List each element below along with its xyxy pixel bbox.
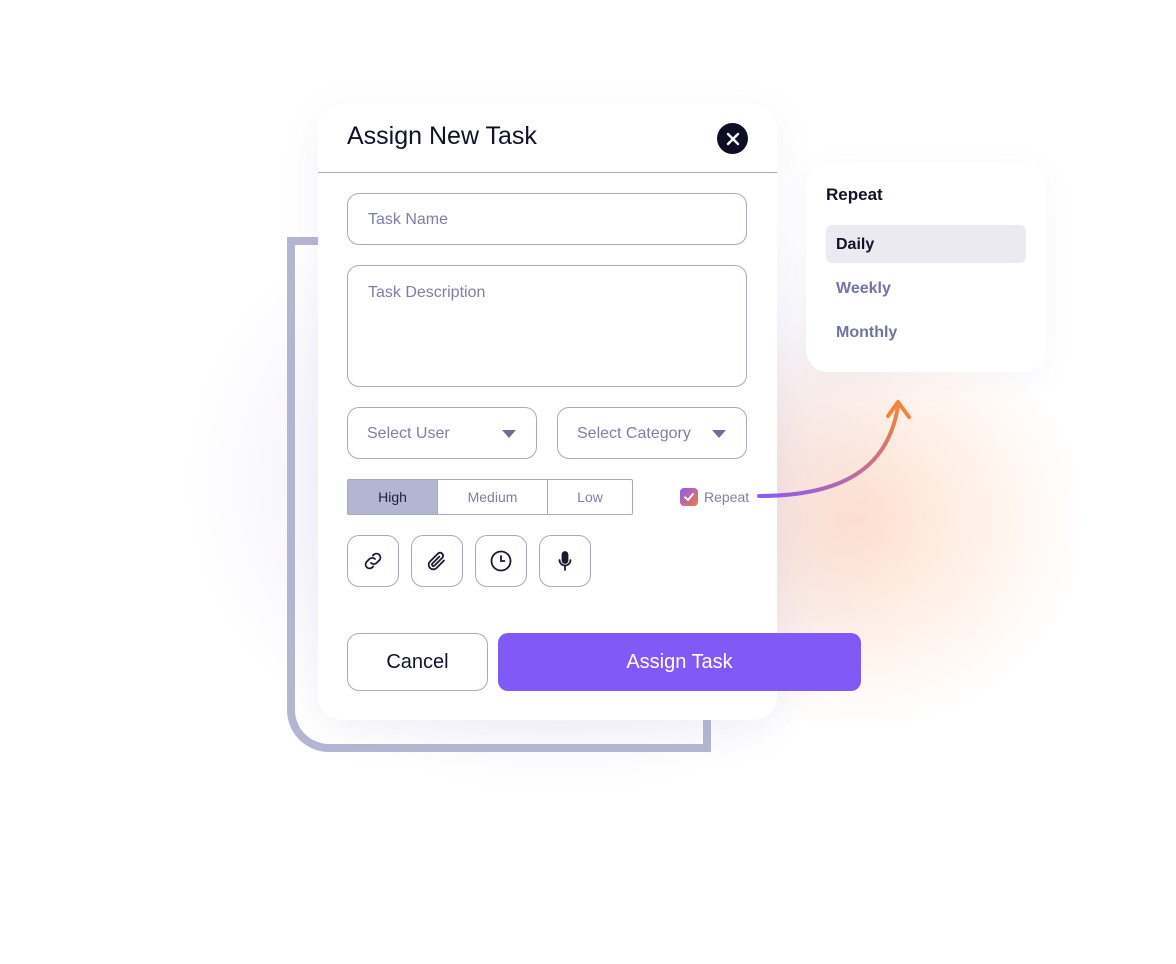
close-button[interactable]: [717, 123, 748, 154]
clock-icon: [490, 550, 512, 572]
task-name-placeholder: Task Name: [368, 211, 449, 228]
record-voice-button[interactable]: [539, 535, 591, 587]
repeat-menu-title: Repeat: [826, 185, 883, 204]
repeat-option-label: Weekly: [836, 280, 891, 297]
microphone-icon: [558, 551, 572, 571]
repeat-option-monthly[interactable]: Monthly: [826, 313, 1026, 351]
priority-medium-button[interactable]: Medium: [437, 479, 548, 515]
repeat-options-menu: Repeat Daily Weekly Monthly: [806, 162, 1046, 372]
repeat-option-daily[interactable]: Daily: [826, 225, 1026, 263]
repeat-option-weekly[interactable]: Weekly: [826, 269, 1026, 307]
task-name-input[interactable]: Task Name: [347, 193, 747, 245]
priority-low-button[interactable]: Low: [547, 479, 633, 515]
set-time-button[interactable]: [475, 535, 527, 587]
check-icon: [684, 493, 694, 501]
priority-high-button[interactable]: High: [347, 479, 438, 515]
repeat-option-label: Daily: [836, 236, 875, 253]
repeat-label: Repeat: [704, 489, 750, 505]
modal-title: Assign New Task: [347, 122, 537, 150]
modal-header: Assign New Task: [318, 104, 777, 173]
cancel-button[interactable]: Cancel: [347, 633, 488, 691]
select-user-dropdown[interactable]: Select User: [347, 407, 537, 459]
caret-down-icon: [712, 430, 726, 438]
repeat-option-label: Monthly: [836, 324, 898, 341]
assign-task-button[interactable]: Assign Task: [498, 633, 861, 691]
repeat-checkbox[interactable]: [680, 488, 698, 506]
task-description-input[interactable]: Task Description: [347, 265, 747, 387]
caret-down-icon: [502, 430, 516, 438]
task-description-placeholder: Task Description: [368, 284, 486, 301]
priority-segmented-control: High Medium Low: [347, 479, 633, 515]
select-category-placeholder: Select Category: [577, 425, 691, 442]
select-user-placeholder: Select User: [367, 425, 450, 442]
assign-task-modal: Assign New Task Task Name Task Descripti…: [318, 104, 777, 720]
paperclip-icon: [427, 551, 445, 571]
close-icon: [726, 132, 739, 145]
select-category-dropdown[interactable]: Select Category: [557, 407, 747, 459]
attach-file-button[interactable]: [411, 535, 463, 587]
add-link-button[interactable]: [347, 535, 399, 587]
connector-arrow-icon: [757, 400, 911, 498]
link-icon: [364, 552, 382, 570]
